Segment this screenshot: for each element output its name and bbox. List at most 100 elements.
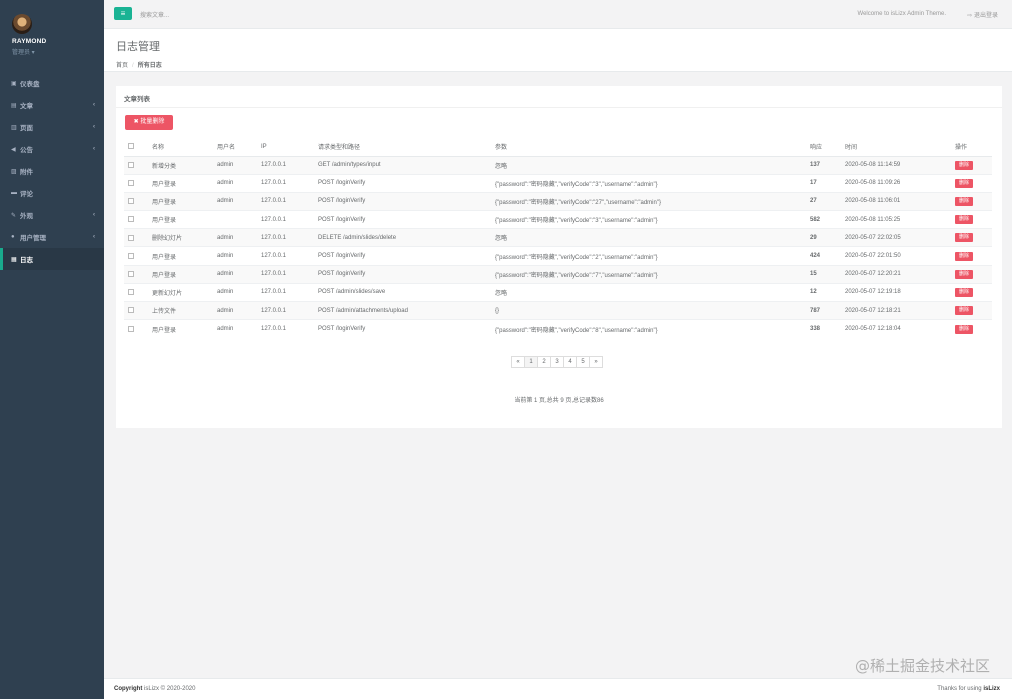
cell-op: 删除	[951, 319, 992, 338]
select-all-checkbox[interactable]	[128, 143, 134, 150]
breadcrumb-separator: /	[132, 63, 134, 69]
chevron-left-icon: ‹	[93, 102, 95, 108]
profile-role-dropdown[interactable]: 管理员 ▾	[12, 47, 104, 56]
logout-link[interactable]: ⇨ 退出登录	[967, 10, 998, 19]
row-checkbox[interactable]	[128, 161, 134, 168]
delete-button[interactable]: 删除	[955, 178, 973, 188]
brush-icon: ✎	[11, 212, 17, 219]
row-checkbox[interactable]	[128, 216, 134, 223]
delete-button[interactable]: 删除	[955, 306, 973, 316]
delete-button[interactable]: 删除	[955, 233, 973, 243]
avatar[interactable]	[12, 14, 32, 34]
cell-op: 删除	[951, 264, 992, 284]
cell-resp: 582	[806, 210, 841, 229]
breadcrumb-home[interactable]: 首页	[116, 63, 128, 69]
cell-req: POST /admin/slides/save	[314, 282, 491, 302]
row-select[interactable]	[124, 282, 148, 302]
profile-name: RAYMOND	[12, 38, 47, 45]
sidebar-item-4[interactable]: ▨ 附件	[0, 160, 104, 182]
column-header[interactable]	[124, 138, 148, 157]
profile: RAYMOND 管理员 ▾	[0, 0, 104, 72]
row-select[interactable]	[124, 300, 148, 320]
sidebar-item-6[interactable]: ✎ 外观 ‹	[0, 204, 104, 226]
page-link[interactable]: 4	[563, 356, 577, 368]
user-icon: ●	[11, 234, 15, 240]
cell-op: 删除	[951, 300, 992, 320]
sidebar-item-1[interactable]: ▤ 文章 ‹	[0, 94, 104, 116]
delete-button[interactable]: 删除	[955, 324, 973, 334]
table-body: 新增分类 admin 127.0.0.1 GET /admin/types/input…	[124, 155, 992, 338]
log-panel: 文章列表 ✖ 批量删除 名称 用户名 IP 请求类型和路径 参数 响应 时间 操作 新增分类 a…	[116, 86, 1002, 428]
row-checkbox[interactable]	[128, 252, 134, 259]
row-checkbox[interactable]	[128, 289, 134, 296]
row-select[interactable]	[124, 228, 148, 247]
table-header: 名称 用户名 IP 请求类型和路径 参数 响应 时间 操作	[124, 138, 992, 157]
column-header: IP	[257, 138, 314, 157]
delete-button[interactable]: 删除	[955, 215, 973, 225]
search-input[interactable]: 搜索文章...	[140, 10, 169, 19]
log-icon: ▦	[11, 256, 17, 263]
sidebar-item-8[interactable]: ▦ 日志	[0, 248, 104, 270]
menu-toggle-button[interactable]: ≡	[114, 7, 132, 20]
row-checkbox[interactable]	[128, 270, 134, 277]
chevron-left-icon: ‹	[93, 146, 95, 152]
delete-button[interactable]: 删除	[955, 251, 973, 261]
sidebar-item-7[interactable]: ● 用户管理 ‹	[0, 226, 104, 248]
chevron-left-icon: ‹	[93, 124, 95, 130]
cell-resp: 424	[806, 246, 841, 266]
batch-delete-button[interactable]: ✖ 批量删除	[125, 115, 173, 130]
row-checkbox[interactable]	[128, 198, 134, 205]
sidebar-item-5[interactable]: ▬ 评论	[0, 182, 104, 204]
page-link[interactable]: 5	[576, 356, 590, 368]
page-link[interactable]: »	[589, 356, 603, 368]
row-checkbox[interactable]	[128, 234, 134, 241]
row-select[interactable]	[124, 191, 148, 211]
sidebar-item-0[interactable]: ▣ 仪表盘	[0, 72, 104, 94]
delete-button[interactable]: 删除	[955, 287, 973, 297]
attachment-icon: ▨	[11, 168, 17, 175]
sidebar-item-2[interactable]: ▥ 页面 ‹	[0, 116, 104, 138]
cell-ip: 127.0.0.1	[257, 300, 314, 320]
cell-name: 删除幻灯片	[148, 228, 213, 247]
page-link[interactable]: «	[511, 356, 525, 368]
column-header: 参数	[491, 138, 806, 157]
column-header: 操作	[951, 138, 992, 157]
copyright-label: Copyright	[114, 686, 143, 692]
cell-ip: 127.0.0.1	[257, 319, 314, 338]
row-select[interactable]	[124, 319, 148, 338]
row-select[interactable]	[124, 210, 148, 229]
cell-param: 忽略	[491, 282, 806, 302]
page-link[interactable]: 3	[550, 356, 564, 368]
row-checkbox[interactable]	[128, 307, 134, 314]
row-select[interactable]	[124, 246, 148, 266]
cell-resp: 787	[806, 300, 841, 320]
comment-icon: ▬	[11, 190, 17, 196]
table-row: 用户登录 admin 127.0.0.1 POST /loginVerify {"pas…	[124, 246, 992, 266]
cell-time: 2020-05-07 22:02:05	[841, 228, 951, 247]
page-icon: ▥	[11, 124, 17, 131]
delete-button[interactable]: 删除	[955, 196, 973, 206]
cell-param: {"password":"密码隐藏","verifyCode":"3","use…	[491, 210, 806, 229]
sidebar-item-3[interactable]: ◀ 公告 ‹	[0, 138, 104, 160]
cell-user: admin	[213, 264, 257, 284]
delete-button[interactable]: 删除	[955, 160, 973, 170]
sidebar-item-label: 公告	[20, 147, 33, 154]
row-select[interactable]	[124, 173, 148, 193]
cell-op: 删除	[951, 155, 992, 175]
watermark: @稀土掘金技术社区	[854, 657, 990, 675]
row-checkbox[interactable]	[128, 325, 134, 332]
copyright-text: isLizx © 2020-2020	[142, 686, 196, 692]
row-select[interactable]	[124, 155, 148, 175]
page-link[interactable]: 2	[537, 356, 551, 368]
row-select[interactable]	[124, 264, 148, 284]
delete-button[interactable]: 删除	[955, 269, 973, 279]
page-link[interactable]: 1	[524, 356, 538, 368]
row-checkbox[interactable]	[128, 179, 134, 186]
cell-req: GET /admin/types/input	[314, 155, 491, 175]
cell-ip: 127.0.0.1	[257, 173, 314, 193]
cell-param: {}	[491, 300, 806, 320]
cell-time: 2020-05-08 11:09:26	[841, 173, 951, 193]
cell-req: POST /loginVerify	[314, 173, 491, 193]
column-header: 用户名	[213, 138, 257, 157]
copyright: Copyright isLizx © 2020-2020	[114, 686, 195, 692]
